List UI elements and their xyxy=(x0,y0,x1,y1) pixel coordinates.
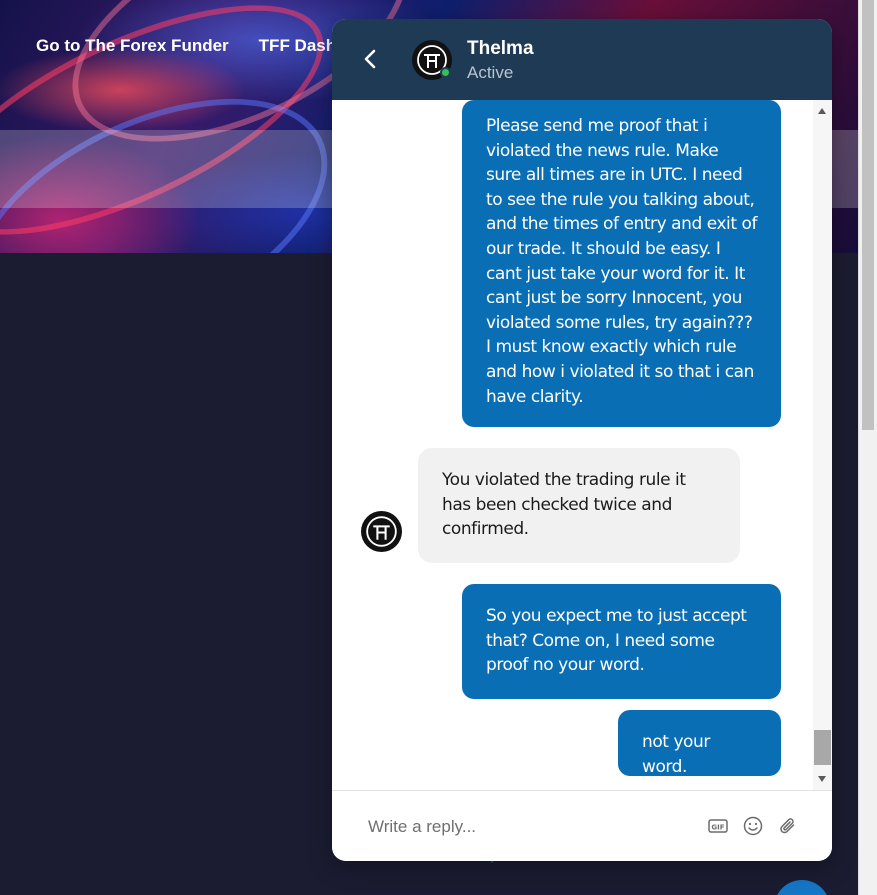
message-outgoing: Please send me proof that i violated the… xyxy=(462,100,781,427)
gif-icon: GIF xyxy=(708,819,728,833)
reply-input[interactable] xyxy=(368,813,668,841)
nav-link-forex-funder[interactable]: Go to The Forex Funder xyxy=(36,36,229,56)
agent-name: Thelma xyxy=(467,38,534,59)
logo-icon xyxy=(366,516,397,547)
scroll-up-icon[interactable] xyxy=(818,108,826,114)
chat-header: Thelma Active xyxy=(332,19,832,100)
chat-launcher-button[interactable] xyxy=(774,880,830,895)
top-nav: Go to The Forex Funder TFF Dashb xyxy=(36,36,347,56)
agent-status: Active xyxy=(467,63,514,82)
scroll-down-icon[interactable] xyxy=(818,776,826,782)
message-outgoing: So you expect me to just accept that? Co… xyxy=(462,584,781,699)
gif-button[interactable]: GIF xyxy=(706,814,730,838)
chevron-left-icon xyxy=(364,49,376,69)
chat-scrollbar[interactable] xyxy=(813,100,832,790)
paperclip-icon xyxy=(780,818,795,834)
attach-button[interactable] xyxy=(776,814,800,838)
emoji-button[interactable] xyxy=(741,814,765,838)
message-outgoing: not your word. xyxy=(618,710,781,777)
agent-avatar xyxy=(361,511,402,552)
chat-scrollbar-thumb[interactable] xyxy=(814,730,831,765)
svg-text:GIF: GIF xyxy=(711,824,724,832)
page-scrollbar-thumb[interactable] xyxy=(862,0,874,430)
back-button[interactable] xyxy=(358,45,382,73)
page-scrollbar[interactable] xyxy=(858,0,877,895)
emoji-icon xyxy=(743,816,763,836)
message-incoming: You violated the trading rule it has bee… xyxy=(418,448,740,563)
reply-composer: GIF xyxy=(332,790,832,861)
message-list[interactable]: Please send me proof that i violated the… xyxy=(332,100,832,790)
chat-window: Thelma Active Please send me proof that … xyxy=(332,19,832,861)
online-status-dot xyxy=(440,67,451,78)
